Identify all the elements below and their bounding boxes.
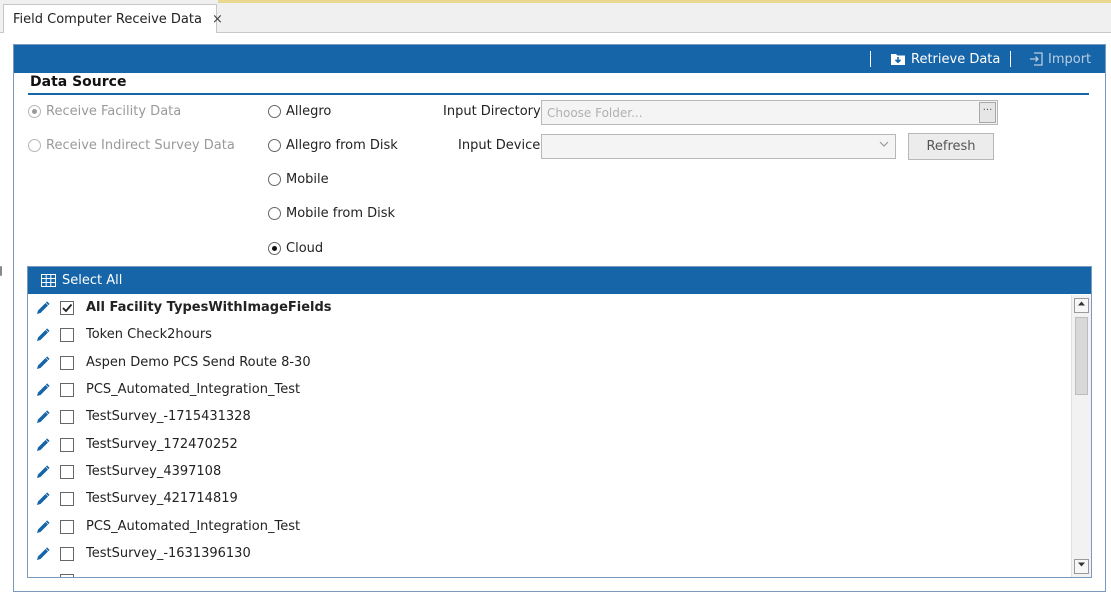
import-button[interactable]: Import: [1029, 45, 1091, 73]
radio-label: Mobile from Disk: [286, 206, 396, 221]
data-source-divider: [28, 93, 1089, 95]
tab-field-computer-receive-data[interactable]: Field Computer Receive Data ×: [3, 4, 223, 33]
browse-folder-button[interactable]: ···: [979, 102, 996, 123]
scroll-up-button[interactable]: [1074, 298, 1089, 313]
radio-allegro[interactable]: Allegro: [268, 104, 331, 119]
pencil-icon[interactable]: [36, 465, 50, 479]
radio-button: [28, 105, 41, 118]
radio-receive-indirect-survey-data[interactable]: Receive Indirect Survey Data: [28, 138, 235, 153]
row-checkbox[interactable]: [60, 438, 74, 452]
radio-button: [268, 105, 281, 118]
select-all-button[interactable]: Select All: [28, 267, 1091, 294]
list-item-label: TestSurvey_4397108: [86, 464, 222, 479]
pencil-icon[interactable]: [36, 328, 50, 342]
folder-download-icon: [891, 54, 905, 65]
pencil-icon[interactable]: [36, 520, 50, 534]
pencil-icon[interactable]: [36, 356, 50, 370]
radio-label: Allegro: [286, 104, 332, 119]
retrieve-data-label: Retrieve Data: [911, 51, 1001, 67]
radio-label: Mobile: [286, 172, 329, 187]
list-item-label: All Facility TypesWithImageFields: [86, 300, 332, 315]
pencil-icon[interactable]: [36, 301, 50, 315]
list-item-label: PCS_Automated_Integration_Test: [86, 382, 301, 397]
radio-receive-facility-data[interactable]: Receive Facility Data: [28, 104, 181, 119]
tab-strip-accent: [218, 0, 1111, 3]
scroll-thumb[interactable]: [1075, 317, 1088, 395]
radio-button: [28, 139, 41, 152]
chevron-down-icon: [879, 139, 889, 152]
import-icon: [1030, 52, 1043, 66]
row-checkbox[interactable]: [60, 356, 74, 370]
row-checkbox[interactable]: [60, 465, 74, 479]
triangle-up-icon: [1078, 301, 1085, 306]
pencil-icon[interactable]: [36, 547, 50, 561]
radio-mobile-from-disk[interactable]: Mobile from Disk: [268, 206, 395, 221]
pencil-icon[interactable]: [36, 438, 50, 452]
import-label: Import: [1048, 51, 1092, 67]
scroll-down-button[interactable]: [1074, 559, 1089, 574]
radio-label: Allegro from Disk: [286, 138, 398, 153]
pencil-icon[interactable]: [36, 383, 50, 397]
close-icon[interactable]: ×: [212, 12, 223, 27]
radio-label: Receive Facility Data: [46, 104, 182, 119]
grid-icon: [41, 274, 56, 287]
radio-mobile[interactable]: Mobile: [268, 172, 329, 187]
list-item-label: PCS_Automated_Integration_Test: [86, 519, 301, 534]
vertical-scrollbar[interactable]: [1071, 295, 1091, 577]
input-directory-field[interactable]: Choose Folder... ···: [541, 100, 998, 125]
radio-button: [268, 173, 281, 186]
select-all-label: Select All: [62, 273, 123, 288]
row-checkbox[interactable]: [60, 301, 74, 315]
receive-data-panel: Retrieve Data Import Data Source Receive…: [13, 44, 1106, 592]
list-item-label: TestSurvey_172470252: [86, 437, 238, 452]
radio-button: [268, 242, 281, 255]
row-checkbox[interactable]: [60, 574, 74, 577]
radio-label: Cloud: [286, 241, 324, 256]
input-directory-label: Input Directory: [443, 104, 541, 119]
toolbar-separator: [1010, 51, 1011, 67]
radio-button: [268, 207, 281, 220]
radio-cloud[interactable]: Cloud: [268, 241, 323, 256]
list-rows: All Facility TypesWithImageFields Token …: [28, 295, 1071, 577]
pencil-icon[interactable]: [36, 492, 50, 506]
input-device-select[interactable]: [541, 134, 896, 159]
list-item-label: Aspen Demo PCS Send Route 8-30: [86, 355, 311, 370]
toolbar: Retrieve Data Import: [14, 45, 1105, 73]
retrieve-data-button[interactable]: Retrieve Data: [890, 45, 1000, 73]
list-item-label: Token Check2hours: [86, 327, 212, 342]
list-item-label: TestSurvey_-1715431328: [86, 409, 251, 424]
row-checkbox[interactable]: [60, 410, 74, 424]
row-checkbox[interactable]: [60, 492, 74, 506]
list-item-label: TestSurvey_-1631396130: [86, 546, 251, 561]
splitter-handle[interactable]: [0, 266, 2, 276]
tab-title: Field Computer Receive Data: [13, 11, 202, 27]
pencil-icon[interactable]: [36, 410, 50, 424]
row-checkbox[interactable]: [60, 547, 74, 561]
survey-list: Select All All Facility TypesWithImageFi…: [27, 266, 1092, 578]
row-checkbox[interactable]: [60, 383, 74, 397]
input-directory-placeholder: Choose Folder...: [547, 105, 643, 120]
input-device-label: Input Device: [458, 138, 541, 153]
list-item-label: TestSurvey_421714819: [86, 491, 238, 506]
radio-allegro-from-disk[interactable]: Allegro from Disk: [268, 138, 398, 153]
data-source-title: Data Source: [30, 74, 127, 90]
row-checkbox[interactable]: [60, 520, 74, 534]
radio-button: [268, 139, 281, 152]
refresh-button[interactable]: Refresh: [908, 133, 994, 160]
triangle-down-icon: [1078, 562, 1085, 567]
check-icon: [62, 303, 73, 313]
radio-label: Receive Indirect Survey Data: [46, 138, 235, 153]
toolbar-separator: [870, 51, 871, 67]
row-checkbox[interactable]: [60, 328, 74, 342]
tab-strip: Field Computer Receive Data ×: [0, 0, 1111, 33]
